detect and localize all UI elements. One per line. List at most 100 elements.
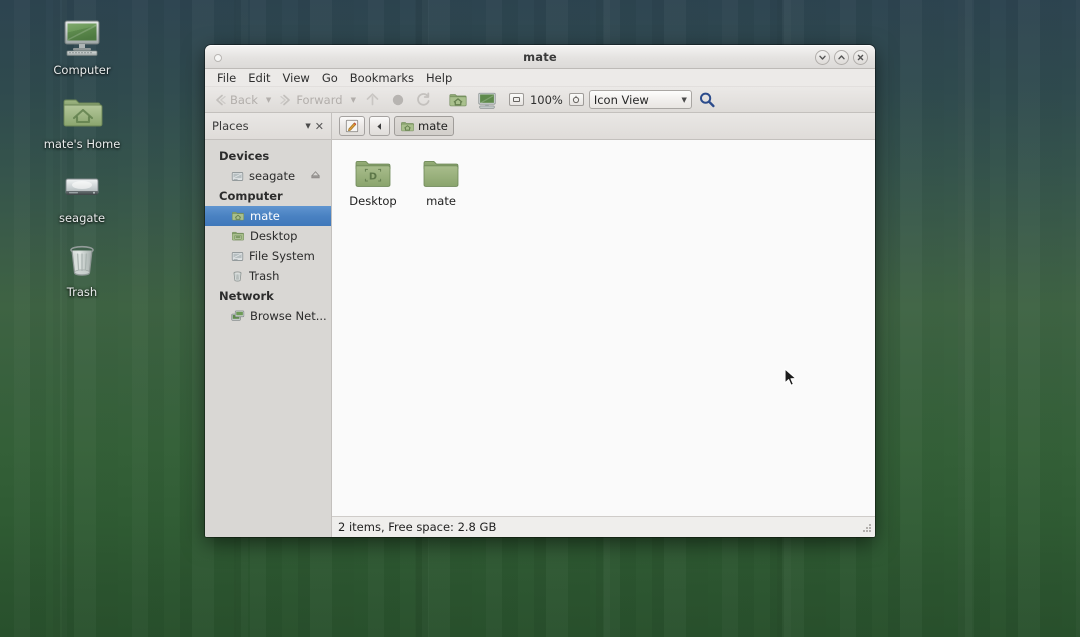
zoom-reset-button[interactable] (568, 93, 584, 106)
trash-icon (58, 236, 106, 284)
search-icon (699, 92, 715, 107)
sidebar-item-label: File System (249, 249, 315, 263)
home-folder-icon (58, 88, 106, 136)
reload-button[interactable] (411, 89, 436, 111)
zoom-out-icon (512, 97, 520, 102)
menu-view[interactable]: View (277, 70, 316, 86)
computer-button[interactable] (473, 89, 501, 111)
eject-icon[interactable] (310, 169, 321, 183)
svg-text:D: D (369, 171, 377, 182)
sidebar-item-seagate[interactable]: seagate (205, 166, 331, 186)
menu-go[interactable]: Go (316, 70, 344, 86)
chevron-down-icon: ▼ (681, 95, 687, 104)
drive-icon (231, 251, 244, 261)
breadcrumb: mate (332, 116, 454, 136)
minimize-button[interactable] (815, 50, 830, 65)
back-button[interactable]: Back (209, 89, 262, 111)
forward-dropdown-icon[interactable]: ▼ (348, 96, 359, 104)
desktop-icon-trash[interactable]: Trash (30, 236, 134, 299)
desktop-icon-home[interactable]: mate's Home (30, 88, 134, 151)
menubar: File Edit View Go Bookmarks Help (205, 69, 875, 87)
desktop[interactable]: Computer mate's Home seagate Trash mate … (0, 0, 1080, 637)
sidebar-item-trash[interactable]: Trash (205, 266, 331, 286)
left-arrow-icon (377, 122, 381, 130)
zoom-out-button[interactable] (508, 93, 524, 106)
desktop-icon-seagate[interactable]: seagate (30, 162, 134, 225)
forward-button[interactable]: Forward (275, 89, 346, 111)
file-item-label: mate (426, 194, 456, 208)
menu-bookmarks[interactable]: Bookmarks (344, 70, 420, 86)
resize-grip[interactable] (859, 522, 873, 536)
desktop-icon-list: Computer mate's Home seagate Trash (28, 14, 136, 299)
chevron-down-icon[interactable]: ▼ (305, 122, 310, 130)
stop-icon (392, 94, 404, 105)
home-button[interactable] (444, 89, 472, 111)
desktop-icon-label: seagate (58, 211, 106, 225)
computer-icon (58, 14, 106, 62)
left-arrow-icon (216, 94, 226, 105)
close-button[interactable] (853, 50, 868, 65)
window-controls (815, 50, 868, 65)
back-dropdown-icon[interactable]: ▼ (263, 96, 274, 104)
window-menu-icon[interactable] (214, 54, 222, 62)
location-bar: Places ▼ ✕ mate (205, 113, 875, 140)
close-icon[interactable]: ✕ (315, 120, 331, 133)
sidebar-item-browse-network[interactable]: Browse Net... (205, 306, 331, 326)
places-sidebar[interactable]: Devices seagate Computer mate Desktop Fi… (205, 140, 332, 537)
home-folder-icon (232, 211, 244, 221)
edit-location-icon (345, 119, 359, 133)
navigation-toolbar: Back ▼ Forward ▼ 100% Icon View ▼ (205, 87, 875, 113)
zoom-level-label: 100% (529, 92, 563, 107)
computer-icon (478, 92, 496, 109)
desktop-folder-icon (232, 231, 244, 241)
sidebar-group-devices: Devices (219, 149, 270, 163)
sidebar-group-computer: Computer (219, 189, 283, 203)
edit-location-button[interactable] (339, 116, 365, 136)
file-manager-window[interactable]: mate File Edit View Go Bookmarks Help Ba… (205, 45, 875, 537)
folder-icon (419, 153, 463, 193)
drive-icon (231, 171, 244, 181)
sidebar-item-mate[interactable]: mate (205, 206, 331, 226)
harddisk-icon (58, 162, 106, 210)
file-item-mate[interactable]: mate (408, 150, 474, 211)
status-bar: 2 items, Free space: 2.8 GB (332, 516, 875, 537)
desktop-icon-label: Computer (53, 63, 111, 77)
stop-button[interactable] (386, 89, 410, 111)
view-mode-dropdown[interactable]: Icon View ▼ (588, 90, 692, 109)
file-icon-view[interactable]: D Desktop mate (332, 140, 875, 516)
breadcrumb-label: mate (418, 119, 448, 133)
places-panel-header: Places ▼ ✕ (205, 113, 332, 139)
sidebar-item-desktop[interactable]: Desktop (205, 226, 331, 246)
reload-icon (417, 92, 430, 106)
menu-edit[interactable]: Edit (242, 70, 276, 86)
network-icon (231, 310, 245, 321)
file-item-label: Desktop (349, 194, 397, 208)
sidebar-item-label: Desktop (250, 229, 298, 243)
sidebar-item-file-system[interactable]: File System (205, 246, 331, 266)
desktop-icon-computer[interactable]: Computer (30, 14, 134, 77)
sidebar-item-label: Trash (249, 269, 280, 283)
search-button[interactable] (698, 91, 716, 109)
window-title: mate (523, 50, 557, 64)
desktop-icon-label: Trash (66, 285, 98, 299)
maximize-button[interactable] (834, 50, 849, 65)
up-arrow-icon (366, 93, 379, 106)
trash-icon (233, 270, 242, 281)
sidebar-item-label: mate (250, 209, 280, 223)
home-folder-icon (401, 121, 414, 131)
menu-help[interactable]: Help (420, 70, 458, 86)
content-area: D Desktop mate 2 items, Free space: 2.8 … (332, 140, 875, 537)
zoom-reset-icon (573, 95, 580, 103)
sidebar-group-network: Network (219, 289, 274, 303)
home-folder-icon (449, 93, 467, 106)
desktop-icon-label: mate's Home (43, 137, 121, 151)
up-button[interactable] (360, 89, 385, 111)
menu-file[interactable]: File (211, 70, 242, 86)
places-label: Places (212, 119, 249, 133)
desktop-folder-icon: D (351, 153, 395, 193)
file-item-desktop[interactable]: D Desktop (340, 150, 406, 211)
breadcrumb-back-button[interactable] (369, 116, 390, 136)
window-titlebar[interactable]: mate (205, 45, 875, 69)
breadcrumb-item-mate[interactable]: mate (394, 116, 454, 136)
forward-button-label: Forward (296, 92, 343, 107)
